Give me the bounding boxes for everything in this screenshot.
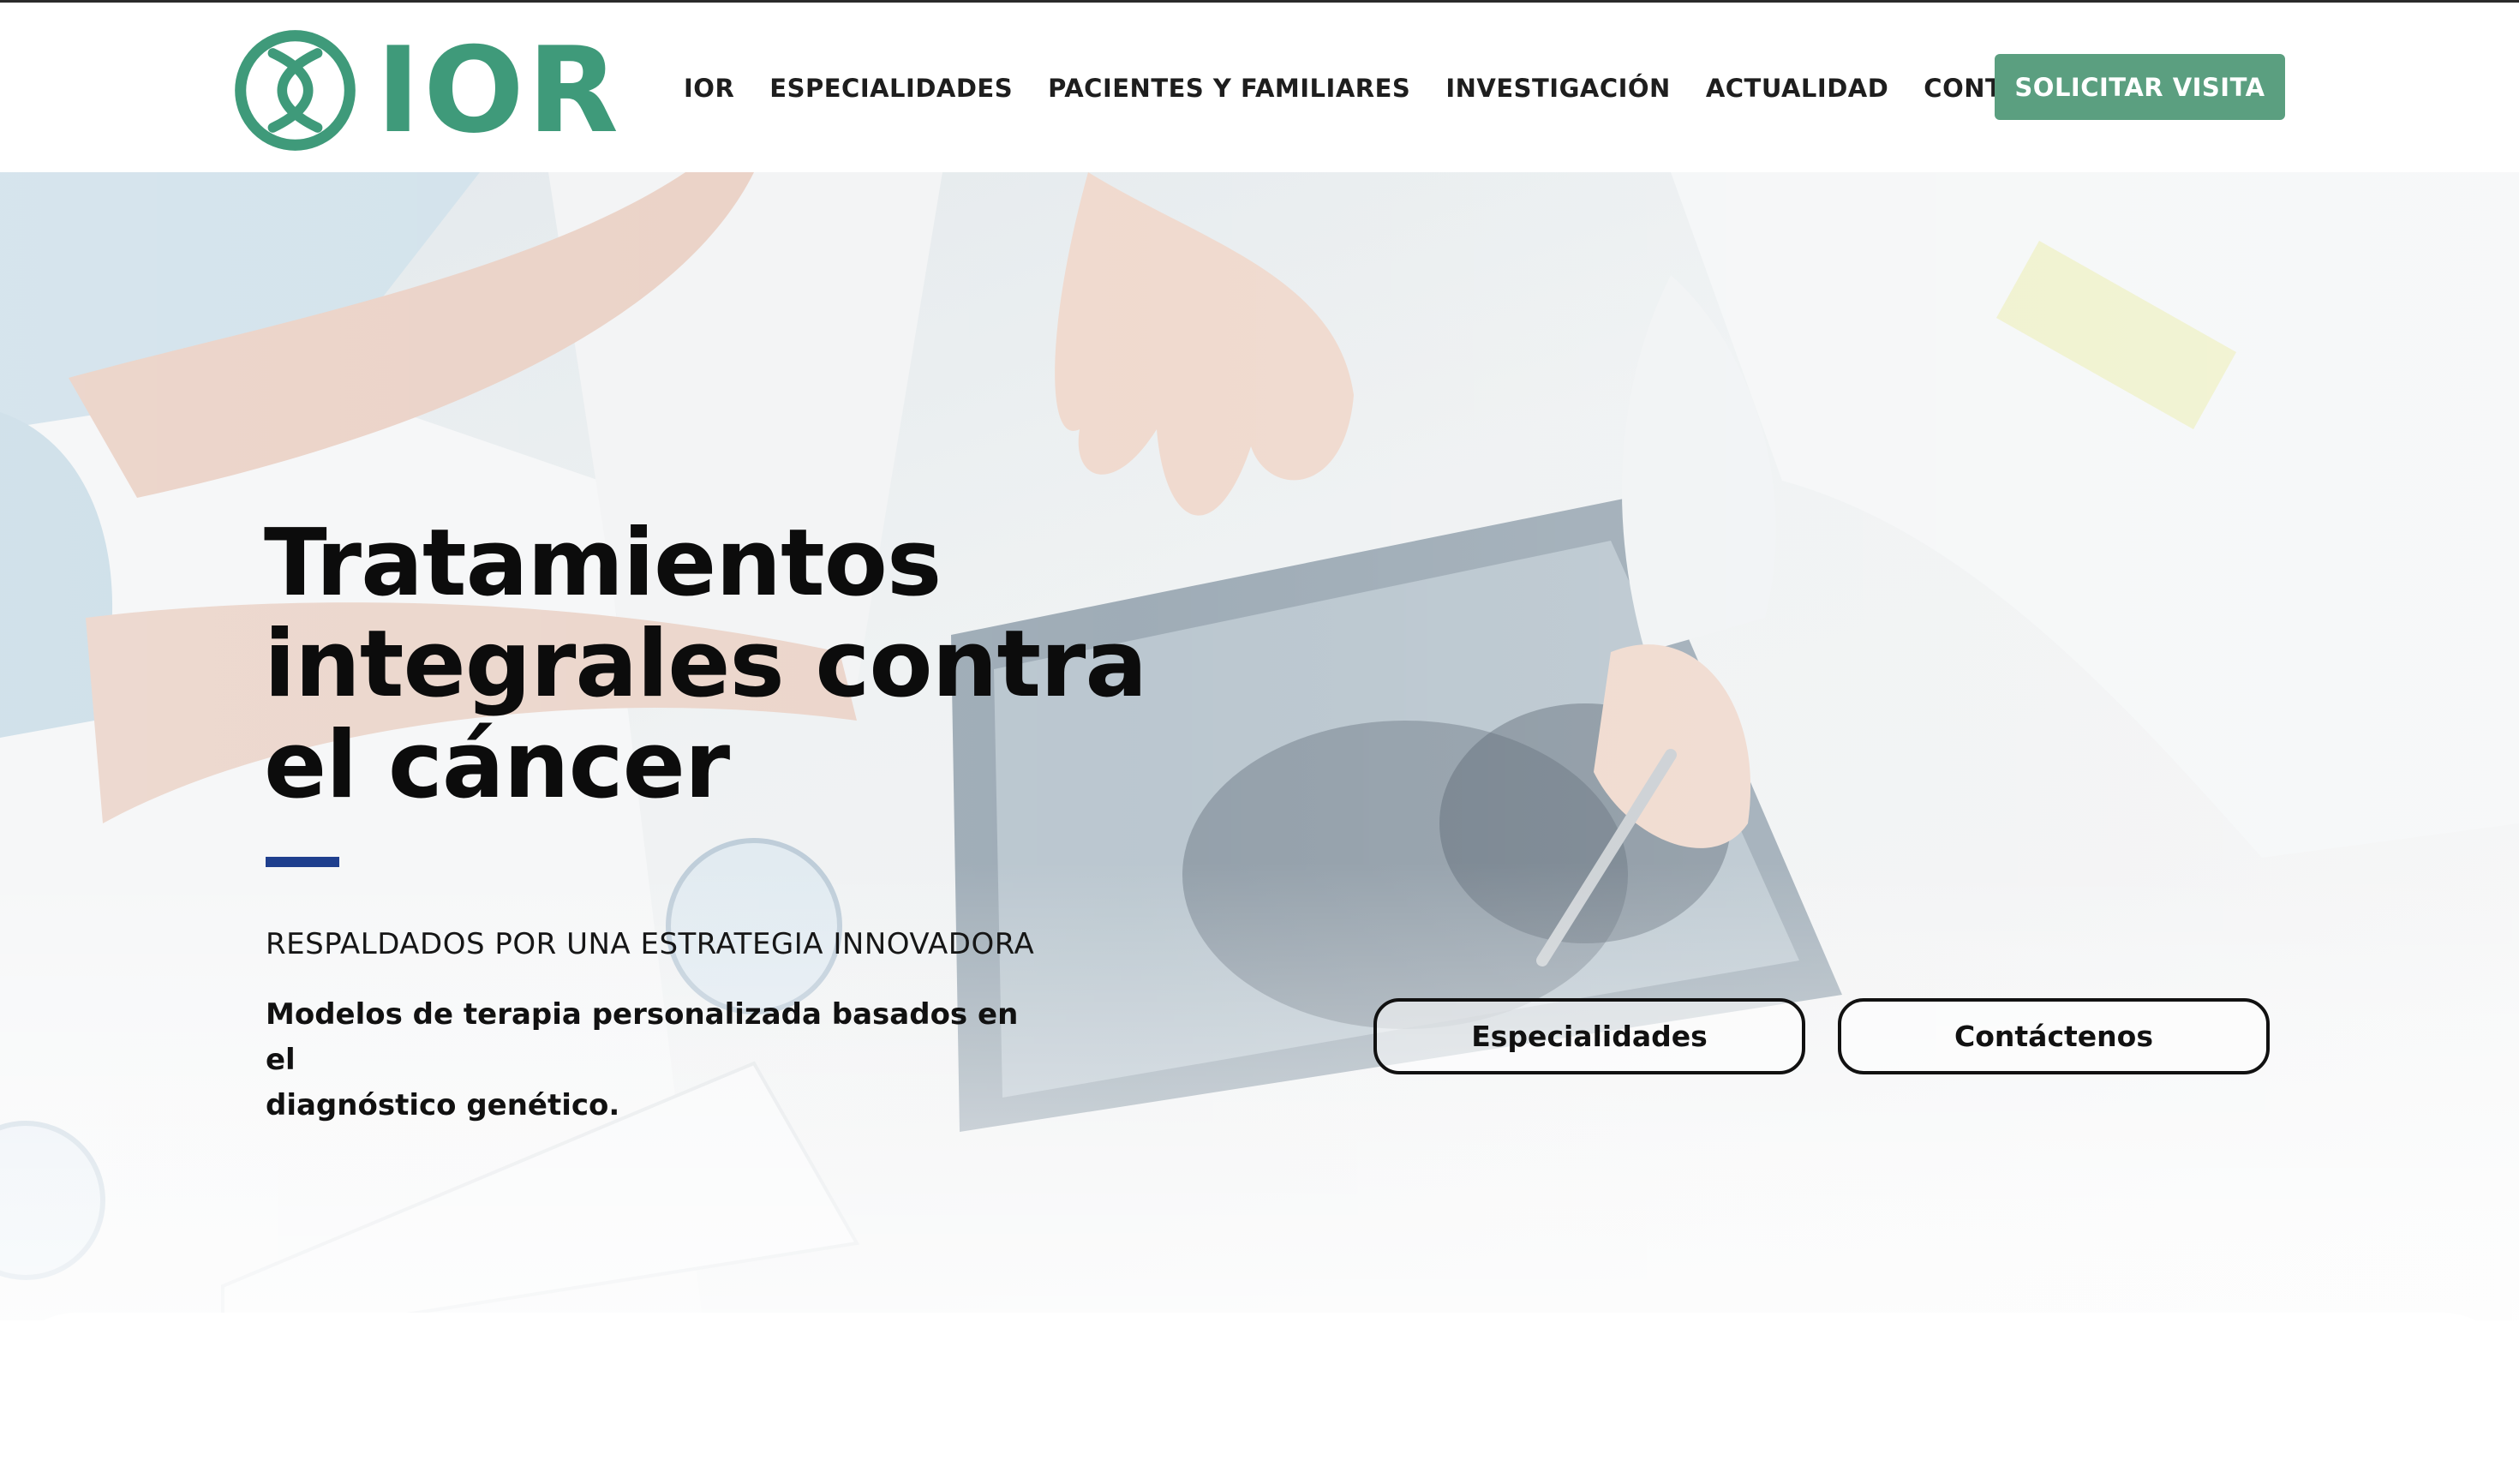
nav-item-ior[interactable]: IOR (684, 69, 734, 107)
hero-title: Tratamientos integrales contra el cáncer (264, 513, 1206, 817)
main-nav: IOR ESPECIALIDADES PACIENTES Y FAMILIARE… (684, 69, 2078, 107)
title-accent-bar (266, 857, 339, 867)
nav-item-pacientes-y-familiares[interactable]: PACIENTES Y FAMILIARES (1048, 69, 1410, 107)
next-section (0, 1313, 2519, 1484)
nav-item-investigacion[interactable]: INVESTIGACIÓN (1445, 69, 1671, 107)
logo-mark-icon (235, 30, 356, 151)
contactenos-button[interactable]: Contáctenos (1838, 998, 2270, 1074)
hero-description-line: Modelos de terapia personalizada basados… (266, 997, 1019, 1077)
logo-text: IOR (376, 21, 622, 159)
hero-description: Modelos de terapia personalizada basados… (266, 992, 1037, 1128)
nav-item-especialidades[interactable]: ESPECIALIDADES (769, 69, 1013, 107)
hero-section: Tratamientos integrales contra el cáncer (0, 172, 2519, 1320)
hero-kicker: RESPALDADOS POR UNA ESTRATEGIA INNOVADOR… (266, 927, 1035, 961)
solicitar-visita-button[interactable]: SOLICITAR VISITA (1995, 54, 2285, 120)
nav-item-actualidad[interactable]: ACTUALIDAD (1706, 69, 1888, 107)
site-header: IOR IOR ESPECIALIDADES PACIENTES Y FAMIL… (0, 3, 2519, 172)
hero-title-line: Tratamientos (264, 510, 942, 617)
logo[interactable]: IOR (233, 28, 622, 153)
especialidades-button[interactable]: Especialidades (1373, 998, 1805, 1074)
hero-title-line: integrales contra (264, 611, 1147, 718)
hero-description-line: diagnóstico genético. (266, 1088, 620, 1122)
hero-title-line: el cáncer (264, 712, 730, 819)
